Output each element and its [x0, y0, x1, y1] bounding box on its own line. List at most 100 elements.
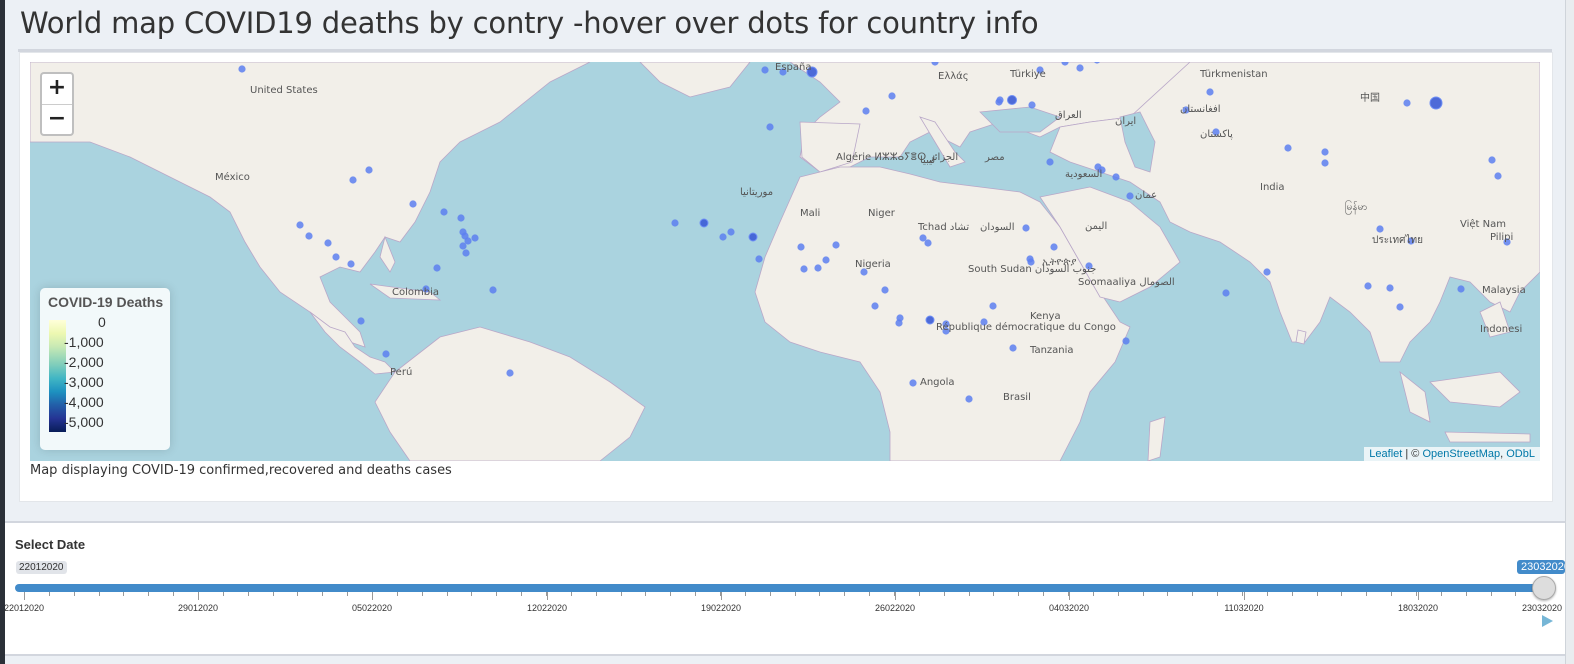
country-marker[interactable]	[832, 241, 840, 249]
country-marker-large[interactable]	[748, 232, 758, 242]
country-marker[interactable]	[506, 369, 514, 377]
country-marker[interactable]	[471, 234, 479, 242]
country-marker[interactable]	[1222, 289, 1230, 297]
country-marker[interactable]	[1206, 88, 1214, 96]
country-marker[interactable]	[349, 176, 357, 184]
country-marker[interactable]	[409, 200, 417, 208]
country-marker[interactable]	[1050, 243, 1058, 251]
slider-minor-tick	[819, 592, 820, 596]
country-marker[interactable]	[989, 302, 997, 310]
country-marker[interactable]	[1076, 64, 1084, 72]
country-marker[interactable]	[1022, 224, 1030, 232]
country-marker-large[interactable]	[1429, 96, 1443, 110]
slider-tick-label: 12022020	[526, 603, 568, 613]
country-marker[interactable]	[727, 228, 735, 236]
play-icon[interactable]	[1542, 615, 1553, 627]
country-marker[interactable]	[1488, 156, 1496, 164]
country-marker[interactable]	[1396, 303, 1404, 311]
slider-minor-tick	[1118, 592, 1119, 596]
country-marker[interactable]	[324, 239, 332, 247]
place-label: République démocratique du Congo	[936, 321, 1116, 333]
country-marker[interactable]	[1457, 285, 1465, 293]
country-marker[interactable]	[1386, 284, 1394, 292]
place-label: ประเทศไทย	[1372, 234, 1423, 246]
slider-handle[interactable]	[1532, 576, 1556, 600]
central-america-shape	[309, 311, 396, 375]
country-marker[interactable]	[357, 317, 365, 325]
country-marker-large[interactable]	[1007, 95, 1017, 105]
map-attribution: Leaflet | © OpenStreetMap, ODbL	[1364, 447, 1540, 461]
country-marker[interactable]	[909, 379, 917, 387]
legend-label-1000: -1,000	[64, 334, 104, 350]
country-marker-large[interactable]	[699, 218, 709, 228]
slider-minor-tick	[844, 592, 845, 596]
country-marker[interactable]	[766, 123, 774, 131]
country-marker[interactable]	[888, 92, 896, 100]
country-marker[interactable]	[462, 249, 470, 257]
country-marker[interactable]	[800, 265, 808, 273]
slider-track[interactable]	[15, 584, 1545, 592]
country-marker[interactable]	[1494, 172, 1502, 180]
country-marker[interactable]	[1263, 268, 1271, 276]
country-marker[interactable]	[797, 243, 805, 251]
country-marker[interactable]	[1046, 158, 1054, 166]
country-marker[interactable]	[1364, 282, 1372, 290]
country-marker[interactable]	[1122, 337, 1130, 345]
country-marker[interactable]	[305, 232, 313, 240]
slider-minor-tick	[1167, 592, 1168, 596]
country-marker[interactable]	[719, 233, 727, 241]
leaflet-map[interactable]: FranceУкраїнаҚазақстанRomâniaEspañaItali…	[30, 62, 1540, 461]
leaflet-link[interactable]: Leaflet	[1369, 448, 1402, 460]
odbl-link[interactable]: ODbL	[1506, 448, 1535, 460]
country-marker[interactable]	[440, 208, 448, 216]
country-marker[interactable]	[862, 107, 870, 115]
country-marker[interactable]	[881, 286, 889, 294]
country-marker[interactable]	[1403, 99, 1411, 107]
country-marker[interactable]	[1112, 173, 1120, 181]
legend-value: 2,000	[68, 354, 104, 370]
country-marker[interactable]	[1284, 144, 1292, 152]
country-marker[interactable]	[347, 260, 355, 268]
country-marker[interactable]	[457, 214, 465, 222]
slider-tick-label: 26022020	[874, 603, 916, 613]
country-marker[interactable]	[996, 96, 1004, 104]
country-marker[interactable]	[238, 65, 246, 73]
country-marker[interactable]	[755, 255, 763, 263]
country-marker[interactable]	[489, 286, 497, 294]
slider-minor-tick	[869, 592, 870, 596]
country-marker[interactable]	[459, 242, 467, 250]
slider-minor-tick	[919, 592, 920, 596]
country-marker[interactable]	[1321, 148, 1329, 156]
country-marker[interactable]	[296, 221, 304, 229]
zoom-out-button[interactable]: −	[42, 105, 72, 135]
country-marker[interactable]	[1009, 344, 1017, 352]
country-marker[interactable]	[365, 166, 373, 174]
country-marker[interactable]	[382, 350, 390, 358]
country-marker[interactable]	[924, 239, 932, 247]
place-label: Tanzania	[1029, 345, 1074, 356]
country-marker[interactable]	[761, 66, 769, 74]
country-marker[interactable]	[433, 264, 441, 272]
country-marker[interactable]	[332, 253, 340, 261]
country-marker[interactable]	[1126, 192, 1134, 200]
slider-tick-label: 19022020	[700, 603, 742, 613]
country-marker[interactable]	[671, 219, 679, 227]
country-marker[interactable]	[1028, 101, 1036, 109]
country-marker[interactable]	[871, 302, 879, 310]
legend-value: 4,000	[68, 394, 104, 410]
slider-minor-tick	[795, 592, 796, 596]
place-label: Niger	[868, 208, 896, 219]
zoom-in-button[interactable]: +	[42, 74, 72, 105]
country-marker[interactable]	[965, 395, 973, 403]
page-scrollbar[interactable]	[1565, 0, 1574, 664]
country-marker[interactable]	[895, 319, 903, 327]
country-marker-large[interactable]	[925, 315, 935, 325]
country-marker[interactable]	[1321, 159, 1329, 167]
country-marker[interactable]	[814, 264, 822, 272]
country-marker[interactable]	[1376, 225, 1384, 233]
greenland-shape	[639, 62, 751, 98]
country-marker[interactable]	[822, 256, 830, 264]
slider-minor-tick	[297, 592, 298, 596]
openstreetmap-link[interactable]: OpenStreetMap	[1422, 448, 1500, 460]
slider-minor-tick	[1292, 592, 1293, 596]
